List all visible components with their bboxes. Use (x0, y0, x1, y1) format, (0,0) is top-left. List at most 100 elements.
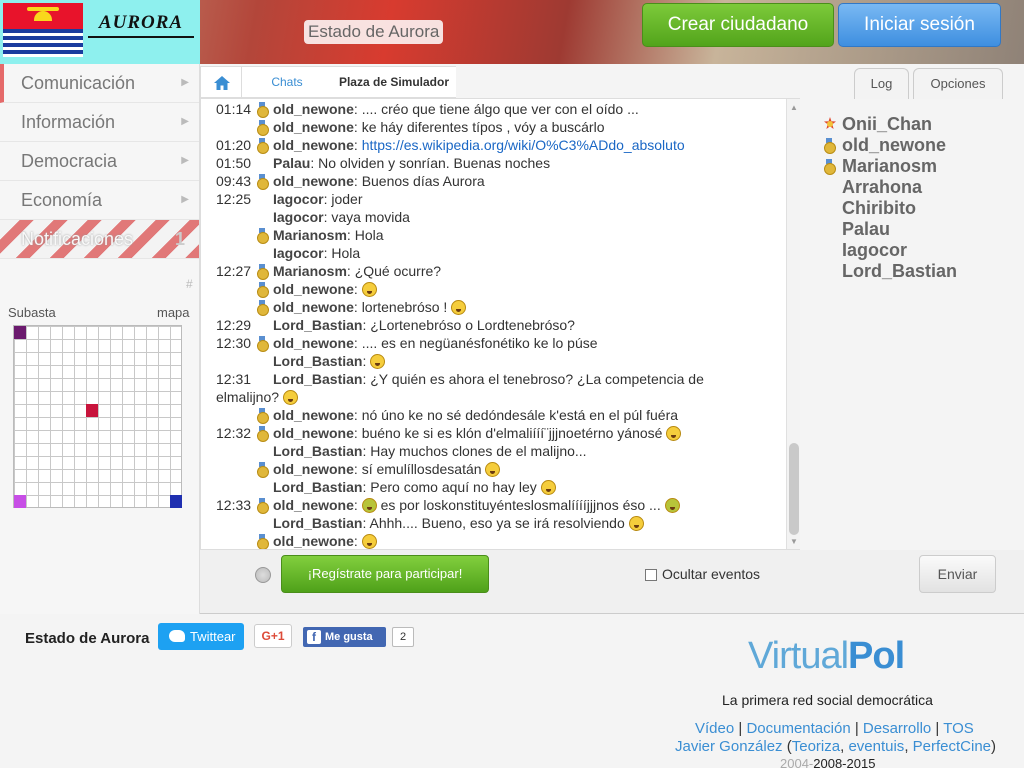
message-nick[interactable]: Marianosm (273, 263, 347, 279)
message-time: 12:29 (216, 317, 252, 333)
footer-link[interactable]: Desarrollo (863, 720, 931, 737)
auction-link[interactable]: Subasta (8, 305, 56, 320)
gplus-button[interactable]: G+1 (254, 624, 292, 648)
login-button[interactable]: Iniciar sesión (838, 3, 1001, 47)
message-nick[interactable]: old_newone (273, 461, 354, 477)
year-range: 2008-2015 (813, 756, 876, 768)
message-nick[interactable]: Lord_Bastian (273, 371, 362, 387)
user-name[interactable]: Onii_Chan (842, 114, 932, 134)
user-name[interactable]: Palau (842, 219, 890, 239)
chat-message: 09:43 old_newone: Buenos días Aurora (216, 173, 485, 190)
breadcrumb-chats[interactable]: Chats (242, 66, 332, 98)
map-cell[interactable] (14, 495, 26, 508)
message-nick[interactable]: Iagocor (273, 245, 324, 261)
message-nick[interactable]: Lord_Bastian (273, 443, 362, 459)
message-text: vaya movida (331, 209, 410, 225)
sidebar-item-economia[interactable]: Economía ▶ (0, 181, 199, 220)
message-nick[interactable]: old_newone (273, 497, 354, 513)
message-text: joder (331, 191, 363, 207)
user-list-item[interactable]: old_newone (820, 135, 1020, 156)
user-name[interactable]: Lord_Bastian (842, 261, 957, 281)
message-nick[interactable]: Palau (273, 155, 310, 171)
message-nick[interactable]: old_newone (273, 299, 354, 315)
footer-link[interactable]: TOS (943, 720, 974, 737)
tab-options[interactable]: Opciones (913, 68, 1003, 99)
sidebar-item-comunicacion[interactable]: Comunicación ▶ (0, 64, 199, 103)
medal-icon (256, 336, 271, 352)
credit-link[interactable]: eventuis (848, 738, 904, 755)
hide-events-checkbox[interactable] (645, 569, 657, 581)
user-list-item[interactable]: Iagocor (820, 240, 1020, 261)
message-nick[interactable]: old_newone (273, 281, 354, 297)
facebook-like-button[interactable]: f Me gusta (303, 627, 386, 647)
message-time: 01:20 (216, 137, 252, 153)
user-name[interactable]: Arrahona (842, 177, 922, 197)
message-text: ¿Qué ocurre? (354, 263, 442, 279)
message-nick[interactable]: old_newone (273, 173, 354, 189)
home-button[interactable] (200, 66, 242, 98)
medal-icon (256, 300, 271, 316)
message-time: 01:14 (216, 101, 252, 117)
scroll-thumb[interactable] (789, 443, 799, 535)
map-cell[interactable] (14, 326, 26, 339)
status-radio[interactable] (255, 567, 271, 583)
chat-scrollbar[interactable]: ▲ ▼ (786, 99, 800, 549)
scroll-down-icon[interactable]: ▼ (790, 537, 798, 546)
message-nick[interactable]: Lord_Bastian (273, 317, 362, 333)
message-nick[interactable]: Lord_Bastian (273, 353, 362, 369)
sidebar-item-democracia[interactable]: Democracia ▶ (0, 142, 199, 181)
message-nick[interactable]: old_newone (273, 137, 354, 153)
message-nick[interactable]: old_newone (273, 119, 354, 135)
message-nick[interactable]: old_newone (273, 533, 354, 549)
footer-link[interactable]: Vídeo (695, 720, 734, 737)
user-list-item[interactable]: Chiribito (820, 198, 1020, 219)
user-name[interactable]: Marianosm (842, 156, 937, 176)
message-nick[interactable]: Lord_Bastian (273, 479, 362, 495)
chat-message: 12:27 Marianosm: ¿Qué ocurre? (216, 263, 442, 280)
territory-map-grid[interactable] (13, 325, 182, 508)
chat-message: elmalijno? (201, 388, 791, 406)
message-nick[interactable]: old_newone (273, 425, 354, 441)
message-nick[interactable]: Iagocor (273, 209, 324, 225)
virtualpol-logo[interactable]: VirtualPol (748, 635, 905, 678)
create-citizen-button[interactable]: Crear ciudadano (642, 3, 834, 47)
user-name[interactable]: old_newone (842, 135, 946, 155)
register-button[interactable]: ¡Regístrate para participar! (281, 555, 489, 593)
aurora-flag-icon (3, 3, 83, 57)
hide-events-label[interactable]: Ocultar eventos (662, 566, 760, 582)
site-logo[interactable]: AURORA (0, 0, 200, 64)
credit-link[interactable]: PerfectCine (913, 738, 991, 755)
map-link[interactable]: mapa (157, 305, 190, 320)
facebook-like-count: 2 (392, 627, 414, 647)
credit-link[interactable]: Teoriza (792, 738, 840, 755)
message-nick[interactable]: old_newone (273, 335, 354, 351)
header-bar: AURORA Estado de Aurora Crear ciudadano … (0, 0, 1024, 64)
sidebar-item-informacion[interactable]: Información ▶ (0, 103, 199, 142)
site-name[interactable]: Estado de Aurora (304, 20, 444, 44)
tab-log[interactable]: Log (854, 68, 909, 99)
message-text: Hola (354, 227, 384, 243)
map-cell[interactable] (170, 495, 182, 508)
send-button[interactable]: Enviar (919, 555, 996, 593)
user-list-item[interactable]: Onii_Chan (820, 114, 1020, 135)
author-link[interactable]: Javier González (675, 738, 783, 755)
user-list-item[interactable]: Lord_Bastian (820, 261, 1020, 282)
hash-link[interactable]: # (186, 277, 193, 291)
tweet-button[interactable]: Twittear (158, 623, 244, 650)
year-old: 2004- (780, 756, 814, 768)
message-nick[interactable]: old_newone (273, 101, 354, 117)
message-nick[interactable]: old_newone (273, 407, 354, 423)
user-list-item[interactable]: Arrahona (820, 177, 1020, 198)
user-list-item[interactable]: Marianosm (820, 156, 1020, 177)
scroll-up-icon[interactable]: ▲ (790, 103, 798, 112)
sidebar-item-notificaciones[interactable]: Notificaciones 1 (0, 220, 199, 259)
message-nick[interactable]: Lord_Bastian (273, 515, 362, 531)
user-name[interactable]: Chiribito (842, 198, 916, 218)
map-cell[interactable] (86, 404, 98, 417)
footer-link[interactable]: Documentación (746, 720, 850, 737)
user-name[interactable]: Iagocor (842, 240, 907, 260)
message-nick[interactable]: Marianosm (273, 227, 347, 243)
user-list-item[interactable]: Palau (820, 219, 1020, 240)
message-nick[interactable]: Iagocor (273, 191, 324, 207)
message-link[interactable]: https://es.wikipedia.org/wiki/O%C3%ADdo_… (362, 137, 685, 153)
